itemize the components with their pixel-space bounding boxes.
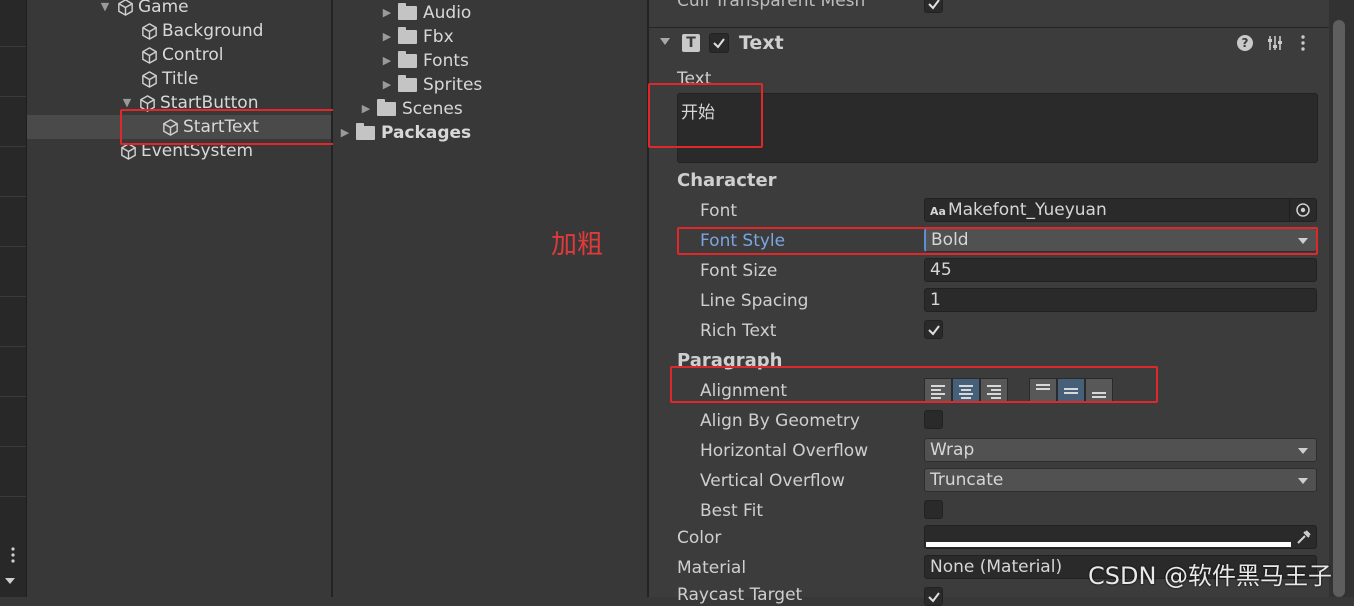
expand-arrow-icon[interactable]: ▶ [382,74,392,96]
tree-item-title[interactable]: Title [140,68,198,90]
gameobject-cube-icon [142,70,157,88]
folder-icon [398,75,417,92]
tree-item-control[interactable]: Control [140,44,223,66]
folder-icon [398,27,417,44]
expand-arrow-icon[interactable]: ▶ [340,122,350,144]
folder-label: Sprites [423,75,483,95]
expand-arrow-icon[interactable]: ▼ [100,0,110,18]
line-spacing-value: 1 [930,290,941,310]
text-area[interactable]: 开始 [677,93,1318,163]
folder-sprites[interactable]: ▶ Sprites [382,74,482,96]
eyedropper-icon[interactable] [1290,526,1316,548]
color-swatch [926,542,1291,547]
chevron-down-icon [1298,448,1308,454]
folder-label: Scenes [402,99,463,119]
presets-icon[interactable] [1266,34,1284,56]
gameobject-cube-icon [118,0,133,16]
tree-item-background[interactable]: Background [140,20,263,42]
expand-arrow-icon[interactable]: ▶ [382,2,392,24]
line-spacing-label: Line Spacing [700,291,809,311]
font-size-input[interactable]: 45 [924,258,1317,282]
more-vertical-icon[interactable] [6,545,20,565]
expand-arrow-icon[interactable]: ▶ [382,26,392,48]
folder-packages[interactable]: ▶ Packages [340,122,471,144]
vertical-overflow-label: Vertical Overflow [700,471,845,491]
project-panel [333,0,649,597]
dropdown-arrow-icon[interactable] [5,578,15,584]
tree-item-label: Background [162,21,264,41]
best-fit-label: Best Fit [700,501,763,521]
tree-item-game[interactable]: ▼ Game [100,0,189,18]
folder-label: Fonts [423,51,469,71]
best-fit-checkbox[interactable] [924,500,943,519]
font-size-value: 45 [930,260,952,280]
expand-arrow-icon[interactable]: ▶ [361,98,371,120]
folder-fbx[interactable]: ▶ Fbx [382,26,454,48]
horizontal-overflow-value: Wrap [930,440,975,460]
font-label: Font [700,201,738,221]
component-title: Text [739,32,784,54]
folder-icon [356,123,375,140]
scrollbar-thumb[interactable] [1333,20,1345,597]
rich-text-label: Rich Text [700,321,777,341]
component-enabled-checkbox[interactable] [709,33,729,53]
font-style-highlight-box [677,227,1318,255]
character-header: Character [677,170,777,191]
material-value: None (Material) [930,557,1063,577]
align-by-geometry-checkbox[interactable] [924,410,943,429]
folder-fonts[interactable]: ▶ Fonts [382,50,469,72]
color-label: Color [677,528,722,548]
gameobject-cube-icon [142,22,157,40]
component-foldout-arrow-icon[interactable] [660,38,670,45]
rich-text-checkbox[interactable] [924,320,943,339]
cull-transparent-mesh-checkbox[interactable] [924,0,943,13]
cull-transparent-mesh-label: Cull Transparent Mesh [677,0,866,11]
vertical-overflow-dropdown[interactable]: Truncate [924,468,1317,492]
tree-item-label: Control [162,45,224,65]
horizontal-overflow-dropdown[interactable]: Wrap [924,438,1317,462]
component-menu-icon[interactable] [1298,34,1308,56]
font-asset-icon: Aa [930,205,946,218]
horizontal-overflow-label: Horizontal Overflow [700,441,869,461]
text-component-icon: T [682,34,700,52]
folder-icon [377,99,396,116]
expand-arrow-icon[interactable]: ▶ [382,50,392,72]
starttext-highlight-box [120,109,360,145]
alignment-highlight-box [670,366,1158,403]
tree-item-label: Title [162,69,199,89]
folder-icon [398,3,417,20]
color-field[interactable] [924,525,1317,549]
object-picker-icon[interactable] [1289,199,1316,221]
left-toolbar-strip [0,0,27,597]
folder-icon [398,51,417,68]
annotation-label: 加粗 [551,230,604,260]
component-divider [649,27,1329,28]
tree-item-label: Game [138,0,189,17]
folder-label: Fbx [423,27,454,47]
align-by-geometry-label: Align By Geometry [700,411,860,431]
raycast-target-label: Raycast Target [677,585,803,605]
text-value-highlight-box [648,83,763,148]
gameobject-cube-icon [142,46,157,64]
watermark: CSDN @软件黑马王子 [1088,562,1333,590]
folder-label: Audio [423,3,472,23]
folder-label: Packages [381,123,472,143]
vertical-overflow-value: Truncate [930,470,1004,490]
folder-audio[interactable]: ▶ Audio [382,2,471,24]
font-size-label: Font Size [700,261,778,281]
font-value: Makefont_Yueyuan [947,200,1107,220]
chevron-down-icon [1298,478,1308,484]
folder-scenes[interactable]: ▶ Scenes [361,98,463,120]
font-object-field[interactable]: Aa Makefont_Yueyuan [924,198,1317,222]
line-spacing-input[interactable]: 1 [924,288,1317,312]
material-label: Material [677,558,747,578]
help-icon[interactable]: ? [1237,35,1253,51]
